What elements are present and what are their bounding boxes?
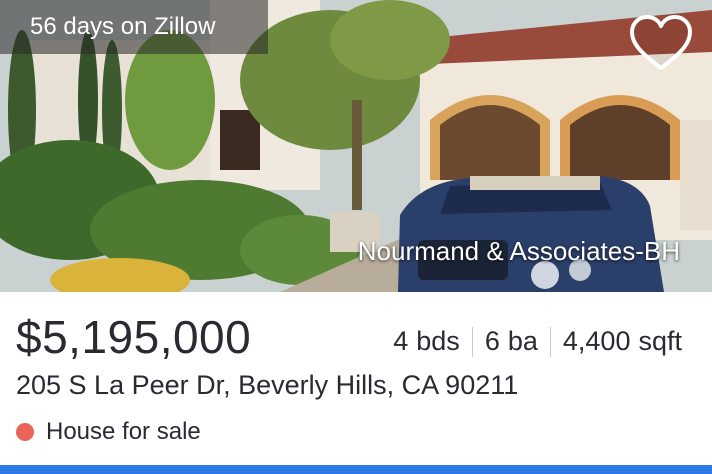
favorite-button[interactable] <box>628 14 694 74</box>
listing-facts: 4 bds 6 ba 4,400 sqft <box>393 326 682 357</box>
beds-unit: bds <box>416 326 460 356</box>
heart-outline-icon <box>630 15 692 70</box>
listing-price: $5,195,000 <box>16 311 252 363</box>
listing-photo[interactable]: 56 days on Zillow Nourmand & Associates-… <box>0 0 712 292</box>
accent-bar <box>0 465 712 474</box>
status-label: House for sale <box>46 418 201 445</box>
facts-divider <box>549 326 551 357</box>
listing-status: House for sale <box>16 418 201 446</box>
baths-unit: ba <box>507 326 538 356</box>
sqft-unit: sqft <box>638 326 682 356</box>
days-on-market-badge: 56 days on Zillow <box>0 0 268 54</box>
status-dot-icon <box>16 423 34 441</box>
beds-count: 4 <box>393 326 409 356</box>
listing-agency: Nourmand & Associates-BH <box>357 236 680 266</box>
listing-address[interactable]: 205 S La Peer Dr, Beverly Hills, CA 9021… <box>16 370 518 401</box>
baths-count: 6 <box>484 326 500 356</box>
sqft-count: 4,400 <box>562 326 631 356</box>
facts-divider <box>471 326 473 357</box>
listing-card[interactable]: 56 days on Zillow Nourmand & Associates-… <box>0 0 712 474</box>
listing-info[interactable]: $5,195,000 4 bds 6 ba 4,400 sqft 205 S L… <box>0 292 712 474</box>
